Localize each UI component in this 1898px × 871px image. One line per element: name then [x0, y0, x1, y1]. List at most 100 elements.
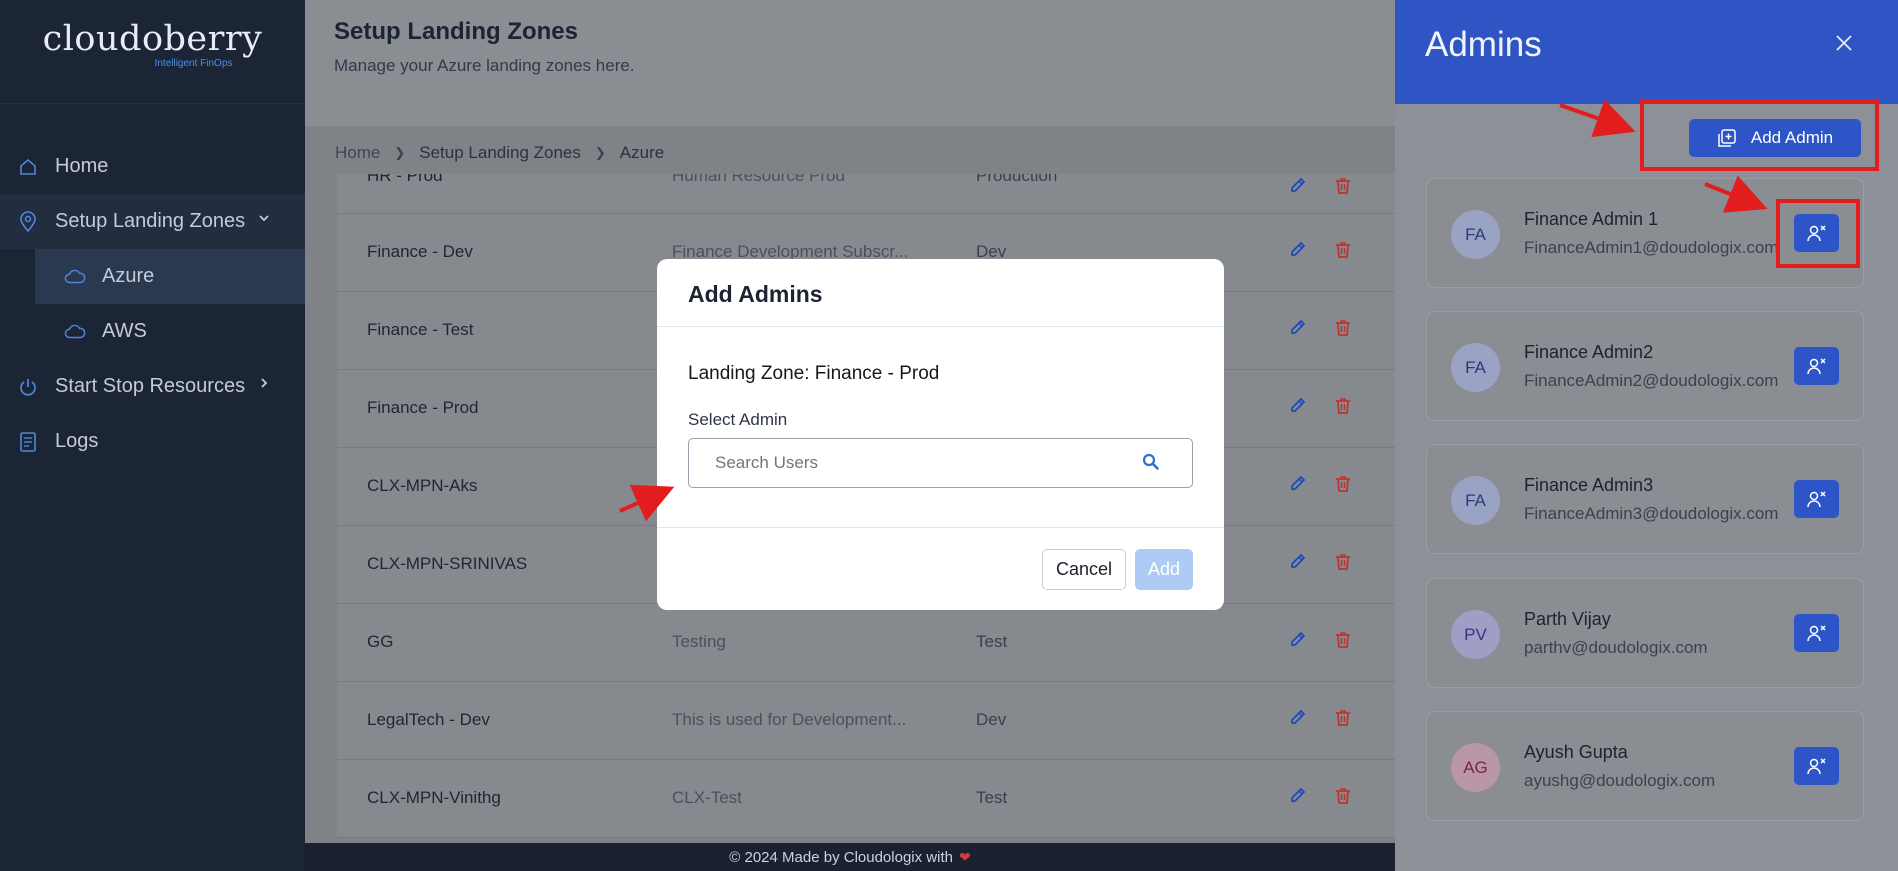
- chevron-down-icon: [258, 211, 270, 227]
- brand-logo[interactable]: cloudoberry Intelligent FinOps: [0, 0, 305, 104]
- footer: © 2024 Made by Cloudologix with ❤: [305, 843, 1395, 871]
- zone-name: CLX-MPN-Vinithg: [367, 788, 501, 807]
- admin-card: FA Finance Admin 1 FinanceAdmin1@doudologi…: [1426, 178, 1864, 288]
- sidebar-item-label: Logs: [55, 430, 99, 452]
- home-icon: [17, 156, 39, 178]
- cancel-button[interactable]: Cancel: [1042, 549, 1126, 590]
- table-row: GG Testing Test: [337, 604, 1407, 682]
- edit-icon[interactable]: [1288, 318, 1308, 338]
- sidebar-item-home[interactable]: Home: [0, 139, 305, 194]
- zone-description: CLX-Test: [672, 788, 742, 807]
- add-admin-button[interactable]: Add Admin: [1689, 119, 1861, 157]
- zone-environment: Test: [976, 632, 1008, 651]
- remove-admin-button[interactable]: [1794, 214, 1839, 252]
- power-icon: [17, 376, 39, 398]
- add-button[interactable]: Add: [1135, 549, 1193, 590]
- sidebar-item-start-stop-resources[interactable]: Start Stop Resources: [0, 359, 305, 414]
- heart-icon: ❤: [958, 848, 971, 865]
- admins-panel: Admins Add Admin FA Finance Admin 1 Financ…: [1395, 0, 1898, 871]
- breadcrumb-setup-landing-zones[interactable]: Setup Landing Zones: [419, 143, 581, 163]
- edit-icon[interactable]: [1288, 474, 1308, 494]
- admin-name: Finance Admin3: [1524, 475, 1654, 495]
- zone-name: Finance - Test: [367, 320, 474, 339]
- panel-title: Admins: [1425, 25, 1542, 64]
- admin-name: Finance Admin2: [1524, 342, 1654, 362]
- remove-user-icon: [1806, 758, 1826, 775]
- avatar: FA: [1451, 476, 1500, 525]
- close-icon[interactable]: [1835, 34, 1853, 52]
- cloud-icon: [64, 321, 86, 343]
- chevron-right-icon: [258, 376, 270, 392]
- edit-icon[interactable]: [1288, 708, 1308, 728]
- avatar: PV: [1451, 610, 1500, 659]
- table-row: CLX-MPN-Vinithg CLX-Test Test: [337, 760, 1407, 838]
- delete-icon[interactable]: [1333, 552, 1353, 572]
- search-users-field[interactable]: [688, 438, 1193, 488]
- panel-header: Admins: [1395, 0, 1898, 104]
- zone-name: HR - Prod: [367, 174, 443, 185]
- sidebar-item-aws[interactable]: AWS: [0, 304, 305, 359]
- delete-icon[interactable]: [1333, 396, 1353, 416]
- delete-icon[interactable]: [1333, 630, 1353, 650]
- admin-name: Ayush Gupta: [1524, 742, 1628, 762]
- remove-user-icon: [1806, 491, 1826, 508]
- avatar: AG: [1451, 743, 1500, 792]
- modal-footer: Cancel Add: [657, 528, 1224, 610]
- logs-icon: [17, 431, 39, 453]
- search-users-input[interactable]: [715, 453, 1115, 473]
- remove-user-icon: [1806, 225, 1826, 242]
- sidebar-item-logs[interactable]: Logs: [0, 414, 305, 469]
- admin-name: Finance Admin 1: [1524, 209, 1659, 229]
- breadcrumb-azure: Azure: [619, 143, 665, 162]
- remove-admin-button[interactable]: [1794, 614, 1839, 652]
- search-icon[interactable]: [1142, 453, 1162, 473]
- edit-icon[interactable]: [1288, 786, 1308, 806]
- sidebar-nav: Home Setup Landing Zones Azure AWS Start…: [0, 139, 305, 469]
- table-row: HR - Prod Human Resource Prod Production: [337, 174, 1407, 214]
- page-header: Setup Landing Zones Manage your Azure la…: [305, 0, 1395, 126]
- zone-environment: Production: [976, 174, 1058, 185]
- zone-name: Finance - Dev: [367, 242, 473, 261]
- admin-card: PV Parth Vijay parthv@doudologix.com: [1426, 578, 1864, 688]
- chevron-right-icon: ❯: [594, 145, 606, 160]
- zone-environment: Dev: [976, 710, 1007, 729]
- location-pin-icon: [17, 210, 39, 233]
- edit-icon[interactable]: [1288, 396, 1308, 416]
- zone-name: CLX-MPN-SRINIVAS: [367, 554, 528, 573]
- brand-name: cloudoberry: [42, 19, 263, 59]
- breadcrumb-home[interactable]: Home: [335, 143, 380, 163]
- zone-name: CLX-MPN-Aks: [367, 476, 478, 495]
- admin-email: FinanceAdmin1@doudologix.com: [1524, 238, 1779, 257]
- page-subtitle: Manage your Azure landing zones here.: [334, 56, 635, 75]
- delete-icon[interactable]: [1333, 786, 1353, 806]
- admin-email: parthv@doudologix.com: [1524, 638, 1708, 657]
- delete-icon[interactable]: [1333, 474, 1353, 494]
- delete-icon[interactable]: [1333, 176, 1353, 196]
- footer-text: © 2024 Made by Cloudologix with: [729, 848, 953, 866]
- edit-icon[interactable]: [1288, 176, 1308, 196]
- add-admins-modal: Add Admins Landing Zone: Finance - Prod …: [657, 259, 1224, 610]
- add-square-icon: [1718, 129, 1736, 147]
- remove-admin-button[interactable]: [1794, 747, 1839, 785]
- edit-icon[interactable]: [1288, 240, 1308, 260]
- edit-icon[interactable]: [1288, 630, 1308, 650]
- avatar: FA: [1451, 210, 1500, 259]
- delete-icon[interactable]: [1333, 318, 1353, 338]
- admin-email: FinanceAdmin3@doudologix.com: [1524, 504, 1779, 523]
- delete-icon[interactable]: [1333, 240, 1353, 260]
- sidebar-item-azure[interactable]: Azure: [35, 249, 305, 304]
- remove-user-icon: [1806, 358, 1826, 375]
- sidebar-item-label: Start Stop Resources: [55, 375, 246, 397]
- zone-name: LegalTech - Dev: [367, 710, 490, 729]
- edit-icon[interactable]: [1288, 552, 1308, 572]
- page-title: Setup Landing Zones: [334, 18, 578, 45]
- remove-admin-button[interactable]: [1794, 347, 1839, 385]
- remove-admin-button[interactable]: [1794, 480, 1839, 518]
- delete-icon[interactable]: [1333, 708, 1353, 728]
- sidebar-item-label: Setup Landing Zones: [55, 210, 246, 232]
- sidebar-item-setup-landing-zones[interactable]: Setup Landing Zones: [0, 194, 305, 249]
- zone-description: Human Resource Prod: [672, 174, 845, 185]
- avatar: FA: [1451, 343, 1500, 392]
- admin-card: FA Finance Admin2 FinanceAdmin2@doudologix…: [1426, 311, 1864, 421]
- table-row: LegalTech - Dev This is used for Developm…: [337, 682, 1407, 760]
